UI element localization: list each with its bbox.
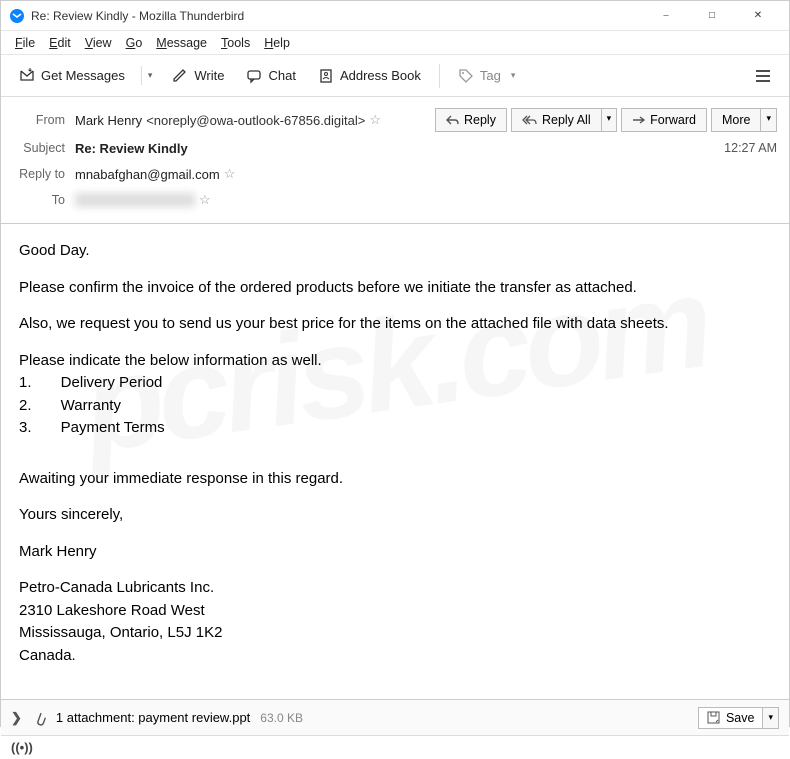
- address-book-icon: [318, 68, 334, 84]
- maximize-button[interactable]: □: [689, 1, 735, 31]
- message-body: Good Day. Please confirm the invoice of …: [1, 224, 789, 699]
- minimize-button[interactable]: –: [643, 1, 689, 31]
- chat-label: Chat: [268, 68, 295, 83]
- body-line: Also, we request you to send us your bes…: [19, 313, 771, 336]
- attachment-size: 63.0 KB: [260, 711, 303, 725]
- to-redacted: [75, 193, 195, 207]
- subject-label: Subject: [13, 141, 75, 155]
- attachment-text[interactable]: 1 attachment: payment review.ppt: [56, 710, 250, 725]
- menu-edit[interactable]: Edit: [43, 34, 77, 52]
- forward-icon: [632, 115, 645, 126]
- save-icon: [707, 711, 720, 724]
- save-attachment-button[interactable]: Save: [698, 707, 764, 729]
- body-line: Please confirm the invoice of the ordere…: [19, 277, 771, 300]
- body-line: Awaiting your immediate response in this…: [19, 468, 771, 491]
- reply-icon: [446, 115, 459, 126]
- online-status-icon[interactable]: ((•)): [11, 740, 33, 755]
- body-line: Please indicate the below information as…: [19, 350, 771, 373]
- menu-file[interactable]: File: [9, 34, 41, 52]
- body-list-item: 1. Delivery Period: [19, 372, 771, 395]
- reply-all-icon: [522, 115, 537, 126]
- to-value: ☆: [75, 192, 777, 208]
- body-line: Petro-Canada Lubricants Inc.: [19, 577, 771, 600]
- toolbar-separator: [439, 64, 440, 88]
- close-button[interactable]: ✕: [735, 1, 781, 31]
- download-icon: [19, 68, 35, 84]
- address-book-button[interactable]: Address Book: [310, 64, 429, 88]
- body-list-item: 2. Warranty: [19, 395, 771, 418]
- tag-label: Tag: [480, 68, 501, 83]
- to-label: To: [13, 193, 75, 207]
- more-button[interactable]: More: [711, 108, 760, 132]
- get-messages-button[interactable]: Get Messages: [11, 64, 133, 88]
- write-button[interactable]: Write: [164, 64, 232, 88]
- forward-button[interactable]: Forward: [621, 108, 707, 132]
- status-bar: ((•)): [1, 735, 789, 759]
- reply-all-button[interactable]: Reply All: [511, 108, 601, 132]
- body-line: 2310 Lakeshore Road West: [19, 600, 771, 623]
- body-line: Canada.: [19, 645, 771, 668]
- write-label: Write: [194, 68, 224, 83]
- reply-button[interactable]: Reply: [435, 108, 507, 132]
- tag-icon: [458, 68, 474, 84]
- menu-help[interactable]: Help: [258, 34, 296, 52]
- menu-view[interactable]: View: [79, 34, 118, 52]
- message-actions: Reply Reply All ▾ Forward More ▾: [435, 108, 777, 132]
- pencil-icon: [172, 68, 188, 84]
- chat-button[interactable]: Chat: [238, 64, 303, 88]
- from-label: From: [13, 113, 75, 127]
- subject-value: Re: Review Kindly: [75, 141, 724, 156]
- paperclip-icon: [32, 710, 46, 726]
- message-time: 12:27 AM: [724, 141, 777, 155]
- tag-button[interactable]: Tag ▾: [450, 64, 524, 88]
- toolbar: Get Messages ▾ Write Chat Address Book T…: [1, 55, 789, 97]
- title-bar: Re: Review Kindly - Mozilla Thunderbird …: [1, 1, 789, 31]
- body-line: Mark Henry: [19, 541, 771, 564]
- message-headers: From Mark Henry <noreply@owa-outlook-678…: [1, 97, 789, 224]
- menu-tools[interactable]: Tools: [215, 34, 256, 52]
- chevron-down-icon: ▾: [511, 70, 516, 81]
- star-icon[interactable]: ☆: [224, 166, 236, 182]
- menu-message[interactable]: Message: [150, 34, 213, 52]
- body-line: Good Day.: [19, 240, 771, 263]
- window-controls: – □ ✕: [643, 1, 781, 31]
- star-icon[interactable]: ☆: [199, 192, 211, 208]
- body-list-item: 3. Payment Terms: [19, 417, 771, 440]
- menu-bar: File Edit View Go Message Tools Help: [1, 31, 789, 55]
- star-icon[interactable]: ☆: [369, 112, 381, 128]
- thunderbird-icon: [9, 8, 25, 24]
- more-dropdown[interactable]: ▾: [760, 108, 777, 132]
- body-line: Yours sincerely,: [19, 504, 771, 527]
- reply-all-dropdown[interactable]: ▾: [601, 108, 618, 132]
- body-line: Mississauga, Ontario, L5J 1K2: [19, 622, 771, 645]
- reply-to-label: Reply to: [13, 167, 75, 181]
- get-messages-dropdown[interactable]: ▾: [141, 66, 159, 85]
- menu-go[interactable]: Go: [120, 34, 149, 52]
- reply-to-value: mnabafghan@gmail.com ☆: [75, 166, 777, 182]
- address-book-label: Address Book: [340, 68, 421, 83]
- get-messages-label: Get Messages: [41, 68, 125, 83]
- save-dropdown[interactable]: ▾: [763, 707, 779, 729]
- attachment-bar: ❯ 1 attachment: payment review.ppt 63.0 …: [1, 699, 789, 735]
- window-title: Re: Review Kindly - Mozilla Thunderbird: [31, 9, 643, 23]
- expand-attachment-button[interactable]: ❯: [11, 710, 22, 726]
- app-menu-button[interactable]: [747, 65, 779, 87]
- chat-icon: [246, 68, 262, 84]
- from-value: Mark Henry <noreply@owa-outlook-67856.di…: [75, 112, 435, 128]
